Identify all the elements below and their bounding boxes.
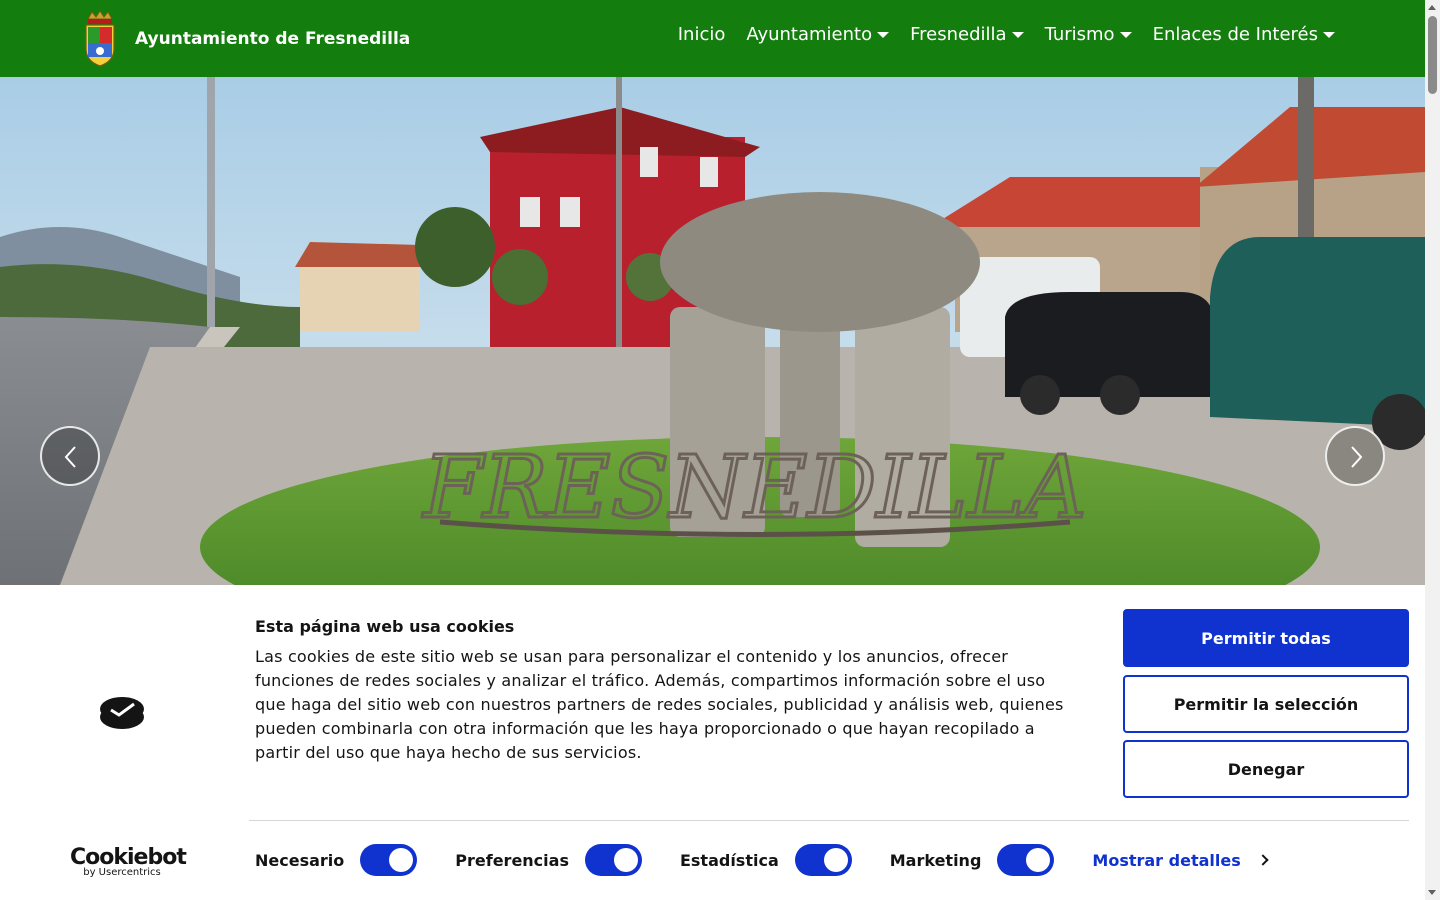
- toggle-knob: [1026, 848, 1051, 872]
- hero-photo: FRESNEDILLA: [0, 77, 1425, 585]
- carousel-next-button[interactable]: [1325, 426, 1385, 486]
- cookie-banner: Esta página web usa cookies Las cookies …: [0, 585, 1425, 900]
- cookie-description: Las cookies de este sitio web se usan pa…: [255, 647, 1064, 762]
- consent-toggles: Necesario Preferencias Estadística Marke…: [255, 844, 1269, 876]
- scroll-up-arrow-icon[interactable]: [1428, 5, 1436, 10]
- nav-item-ayuntamiento[interactable]: Ayuntamiento: [746, 24, 890, 45]
- chevron-right-icon: [1351, 446, 1363, 468]
- nav-item-enlaces[interactable]: Enlaces de Interés: [1153, 24, 1335, 45]
- cookiebot-logo[interactable]: Cookiebot by Usercentrics: [70, 845, 187, 878]
- scroll-thumb[interactable]: [1428, 16, 1437, 94]
- toggle-knob: [823, 848, 848, 872]
- nav-item-turismo[interactable]: Turismo: [1045, 24, 1132, 45]
- show-details-link[interactable]: Mostrar detalles: [1092, 850, 1269, 870]
- chevron-right-icon: [1257, 854, 1269, 866]
- caret-down-icon: [1011, 31, 1024, 38]
- top-navbar: Ayuntamiento de Fresnedilla Inicio Ayunt…: [0, 0, 1425, 77]
- cookie-divider: [249, 820, 1409, 821]
- carousel-prev-button[interactable]: [40, 426, 100, 486]
- cookie-title: Esta página web usa cookies: [255, 617, 515, 636]
- nav-item-label: Turismo: [1044, 24, 1115, 45]
- toggle-label-marketing: Marketing: [889, 850, 982, 870]
- deny-button[interactable]: Denegar: [1123, 740, 1409, 798]
- toggle-label-estadistica: Estadística: [679, 850, 779, 870]
- town-sign-text: FRESNEDILLA: [421, 438, 1086, 538]
- coat-of-arms-icon: [85, 10, 115, 67]
- nav-item-label: Ayuntamiento: [746, 24, 873, 45]
- toggle-label-preferencias: Preferencias: [455, 850, 569, 870]
- toggle-preferencias[interactable]: [584, 844, 642, 876]
- hero-carousel: FRESNEDILLA: [0, 77, 1425, 585]
- nav-item-fresnedilla[interactable]: Fresnedilla: [910, 24, 1024, 45]
- nav-item-label: Inicio: [677, 24, 726, 45]
- toggle-knob: [389, 848, 414, 872]
- page-scrollbar[interactable]: [1425, 0, 1440, 900]
- cookiebot-logo-sub: by Usercentrics: [83, 867, 161, 878]
- toggle-estadistica[interactable]: [794, 844, 852, 876]
- nav-item-inicio[interactable]: Inicio: [678, 24, 726, 45]
- chevron-left-icon: [64, 446, 76, 468]
- allow-selection-button[interactable]: Permitir la selección: [1123, 675, 1409, 733]
- caret-down-icon: [1323, 31, 1335, 38]
- caret-down-icon: [1119, 31, 1132, 38]
- nav-item-label: Enlaces de Interés: [1152, 24, 1318, 45]
- main-nav: Inicio Ayuntamiento Fresnedilla Turismo …: [657, 24, 1335, 45]
- allow-all-button[interactable]: Permitir todas: [1123, 609, 1409, 667]
- scroll-down-arrow-icon[interactable]: [1428, 890, 1436, 895]
- caret-down-icon: [877, 31, 890, 38]
- show-details-label: Mostrar detalles: [1092, 850, 1241, 870]
- site-title: Ayuntamiento de Fresnedilla: [135, 29, 411, 49]
- toggle-marketing[interactable]: [997, 844, 1055, 876]
- cookie-icon: [100, 697, 144, 729]
- nav-item-label: Fresnedilla: [910, 24, 1007, 45]
- brand-link[interactable]: Ayuntamiento de Fresnedilla: [80, 8, 410, 70]
- toggle-label-necesario: Necesario: [255, 850, 345, 870]
- toggle-knob: [613, 848, 638, 872]
- toggle-necesario[interactable]: [360, 844, 418, 876]
